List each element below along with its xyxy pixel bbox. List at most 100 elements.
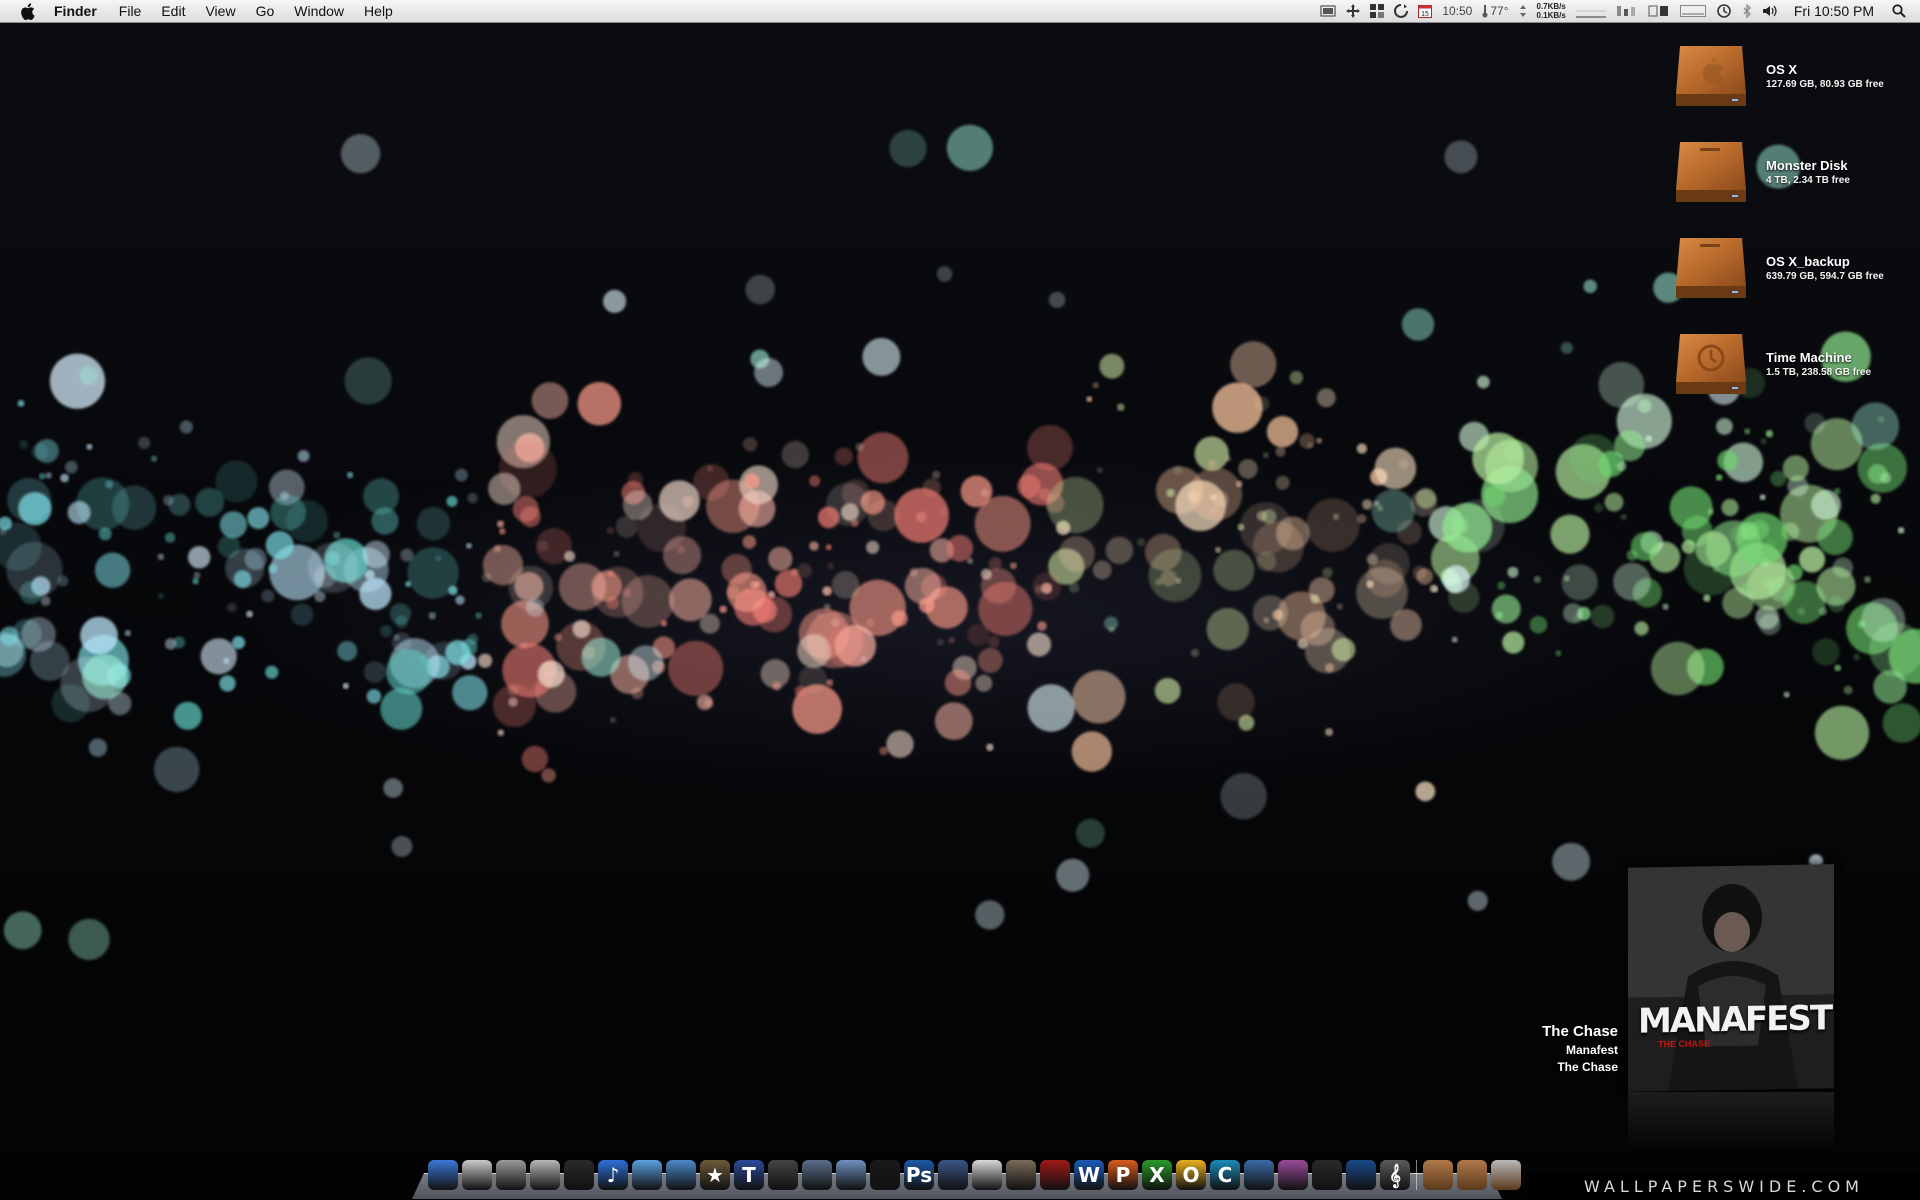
disk-activity-icon[interactable] bbox=[1648, 4, 1670, 18]
dock-photo-booth-icon[interactable] bbox=[1040, 1160, 1070, 1190]
menu-help[interactable]: Help bbox=[354, 0, 403, 22]
dock-iphoto-library-icon[interactable] bbox=[1006, 1160, 1036, 1190]
bokeh-light bbox=[192, 577, 199, 585]
dock-itunes-icon[interactable]: ♪ bbox=[598, 1160, 628, 1190]
dock-trash-icon[interactable] bbox=[1491, 1160, 1521, 1190]
dock-finder-icon[interactable] bbox=[428, 1160, 458, 1190]
film-strip-icon[interactable] bbox=[1320, 5, 1336, 17]
watermark: WALLPAPERSWIDE.COM bbox=[1528, 1172, 1920, 1200]
dock-safari-icon[interactable] bbox=[632, 1160, 662, 1190]
bokeh-light bbox=[944, 669, 972, 696]
menu-file[interactable]: File bbox=[109, 0, 152, 22]
dock-quicktime-icon[interactable] bbox=[1346, 1160, 1376, 1190]
bokeh-light bbox=[40, 596, 51, 606]
menubar-time-short[interactable]: 10:50 bbox=[1442, 4, 1472, 18]
dock-system-preferences-icon[interactable] bbox=[496, 1160, 526, 1190]
menu-view[interactable]: View bbox=[195, 0, 245, 22]
menu-app-finder[interactable]: Finder bbox=[50, 0, 109, 22]
bokeh-light bbox=[265, 665, 279, 679]
dock-xcode-icon[interactable] bbox=[836, 1160, 866, 1190]
bokeh-light bbox=[1009, 562, 1017, 570]
bokeh-light bbox=[1092, 382, 1099, 389]
bokeh-light bbox=[948, 636, 955, 644]
bluetooth-icon[interactable] bbox=[1742, 4, 1752, 18]
dock-preview-icon[interactable] bbox=[462, 1160, 492, 1190]
memory-meter-icon[interactable] bbox=[1616, 4, 1638, 18]
bokeh-light bbox=[19, 439, 29, 449]
disk-os-x[interactable]: OS X 127.69 GB, 80.93 GB free bbox=[1672, 36, 1912, 116]
bokeh-light bbox=[1390, 609, 1422, 641]
dock-aperture-icon[interactable] bbox=[870, 1160, 900, 1190]
bokeh-light bbox=[1306, 498, 1360, 552]
dock-iphoto-icon[interactable] bbox=[802, 1160, 832, 1190]
cpu-meter-icon[interactable] bbox=[1679, 4, 1706, 18]
dock-outlook-icon[interactable]: O bbox=[1176, 1160, 1206, 1190]
bokeh-light bbox=[7, 477, 52, 522]
bokeh-light bbox=[233, 570, 252, 588]
dock-documents-folder-icon[interactable] bbox=[1457, 1160, 1487, 1190]
dock-icons: ♪ ★ T Ps W P X O C 𝄞 bbox=[428, 1156, 1525, 1190]
bokeh-light bbox=[1299, 433, 1315, 449]
bokeh-light bbox=[1206, 607, 1249, 651]
network-monitor[interactable]: 0.7KB/s 0.1KB/s bbox=[1537, 2, 1566, 20]
sync-icon[interactable] bbox=[1394, 4, 1409, 18]
now-playing-artist: Manafest bbox=[1565, 1043, 1618, 1057]
dock-photoshop-icon[interactable]: Ps bbox=[904, 1160, 934, 1190]
temperature-readout[interactable]: 77° bbox=[1490, 4, 1508, 18]
network-graph-icon[interactable] bbox=[1575, 4, 1606, 18]
disk-monster-disk[interactable]: Monster Disk 4 TB, 2.34 TB free bbox=[1672, 132, 1912, 212]
calendar-icon[interactable]: 15 bbox=[1418, 4, 1433, 18]
dock-illustrator-icon[interactable] bbox=[938, 1160, 968, 1190]
dock-dashboard-icon[interactable] bbox=[1278, 1160, 1308, 1190]
dock-textedit-icon[interactable]: T bbox=[734, 1160, 764, 1190]
dock-keynote-icon[interactable] bbox=[1244, 1160, 1274, 1190]
menubar-clock[interactable]: Fri 10:50 PM bbox=[1794, 3, 1874, 19]
disk-os-x-backup[interactable]: OS X_backup 639.79 GB, 594.7 GB free bbox=[1672, 228, 1912, 308]
bokeh-light bbox=[290, 603, 314, 626]
bokeh-light bbox=[866, 540, 880, 554]
bokeh-light bbox=[1208, 459, 1217, 468]
apple-menu-icon[interactable] bbox=[20, 2, 36, 20]
dock-terminal-icon[interactable] bbox=[1312, 1160, 1342, 1190]
bokeh-light bbox=[1477, 375, 1490, 389]
dock-excel-icon[interactable]: X bbox=[1142, 1160, 1172, 1190]
dock-disk-utility-icon[interactable] bbox=[530, 1160, 560, 1190]
disk-time-machine[interactable]: Time Machine 1.5 TB, 238.58 GB free bbox=[1672, 324, 1912, 404]
dock-powerpoint-icon[interactable]: P bbox=[1108, 1160, 1138, 1190]
dock-final-cut-icon[interactable] bbox=[768, 1160, 798, 1190]
dock-pages-icon[interactable] bbox=[972, 1160, 1002, 1190]
time-machine-icon[interactable] bbox=[1716, 3, 1732, 19]
bokeh-light bbox=[400, 548, 414, 562]
dock-word-icon[interactable]: W bbox=[1074, 1160, 1104, 1190]
bokeh-light bbox=[187, 546, 211, 569]
bokeh-light bbox=[860, 656, 867, 663]
dock-imovie-icon[interactable]: ★ bbox=[700, 1160, 730, 1190]
bokeh-light bbox=[1056, 858, 1090, 892]
dock-mail-icon[interactable] bbox=[666, 1160, 696, 1190]
bokeh-light bbox=[621, 575, 675, 628]
volume-icon[interactable] bbox=[1762, 4, 1778, 18]
spotlight-search-icon[interactable] bbox=[1892, 4, 1906, 18]
bokeh-light bbox=[822, 586, 832, 596]
bokeh-light bbox=[454, 468, 468, 482]
album-cover[interactable]: MANAFEST THE CHASE bbox=[1628, 864, 1834, 1092]
bokeh-light bbox=[946, 124, 994, 171]
bokeh-light bbox=[1071, 731, 1113, 772]
bokeh-light bbox=[1834, 664, 1842, 672]
bokeh-light bbox=[173, 636, 186, 649]
menu-edit[interactable]: Edit bbox=[151, 0, 195, 22]
dock-applications-folder-icon[interactable] bbox=[1423, 1160, 1453, 1190]
bokeh-light bbox=[1212, 382, 1263, 433]
bokeh-light bbox=[1026, 632, 1052, 657]
move-arrows-icon[interactable] bbox=[1346, 4, 1361, 18]
bokeh-light bbox=[934, 702, 973, 740]
bokeh-light bbox=[1583, 279, 1597, 294]
bokeh-light bbox=[363, 661, 386, 683]
menu-window[interactable]: Window bbox=[284, 0, 354, 22]
spaces-grid-icon[interactable] bbox=[1370, 4, 1385, 18]
dock-activity-monitor-icon[interactable] bbox=[564, 1160, 594, 1190]
dock-script-editor-icon[interactable]: 𝄞 bbox=[1380, 1160, 1410, 1190]
menu-go[interactable]: Go bbox=[246, 0, 285, 22]
dock-communicator-icon[interactable]: C bbox=[1210, 1160, 1240, 1190]
bokeh-light bbox=[577, 381, 622, 426]
